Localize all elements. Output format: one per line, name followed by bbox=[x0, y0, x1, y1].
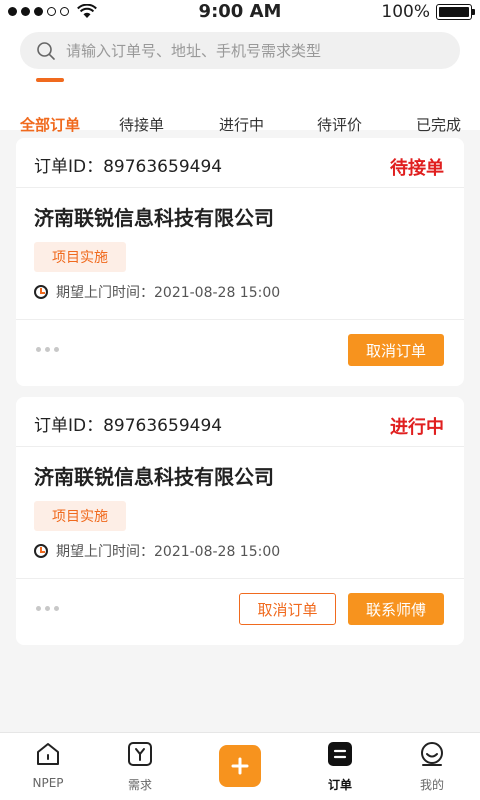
tab-to-review[interactable]: 待评价 bbox=[317, 114, 362, 135]
header: 请输入订单号、地址、手机号需求类型 全部订单 待接单 进行中 待评价 已完成 bbox=[0, 26, 480, 134]
expected-time-text: 期望上门时间：2021-08-28 15:00 bbox=[56, 285, 281, 301]
home-icon bbox=[37, 743, 59, 765]
expected-time: 期望上门时间：2021-08-28 15:00 bbox=[34, 282, 280, 302]
order-id: 订单ID：89763659494 bbox=[34, 416, 223, 436]
search-input[interactable]: 请输入订单号、地址、手机号需求类型 bbox=[20, 32, 460, 69]
order-card[interactable]: 订单ID：89763659494 待接单 济南联锐信息科技有限公司 项目实施 期… bbox=[16, 138, 464, 386]
tabbar-item-profile[interactable]: 我的 bbox=[384, 741, 480, 793]
tab-in-progress[interactable]: 进行中 bbox=[219, 114, 264, 135]
status-bar: 9:00 AM 100% bbox=[0, 0, 480, 26]
order-card[interactable]: 订单ID：89763659494 进行中 济南联锐信息科技有限公司 项目实施 期… bbox=[16, 397, 464, 645]
tabbar-item-demand[interactable]: 需求 bbox=[92, 741, 188, 793]
more-icon[interactable] bbox=[36, 606, 59, 611]
tabbar-label: 我的 bbox=[419, 778, 444, 792]
battery-icon bbox=[436, 4, 475, 20]
tabbar-label: NPEP bbox=[32, 776, 64, 790]
service-tag: 项目实施 bbox=[34, 501, 126, 531]
battery-percent: 100% bbox=[381, 2, 430, 22]
order-card-header: 订单ID：89763659494 待接单 bbox=[16, 138, 464, 188]
order-icon bbox=[328, 742, 352, 766]
cancel-order-button[interactable]: 取消订单 bbox=[348, 334, 444, 366]
divider bbox=[16, 578, 464, 579]
tabbar-item-home[interactable]: NPEP bbox=[0, 741, 96, 790]
cancel-order-button[interactable]: 取消订单 bbox=[239, 593, 336, 625]
clock-icon bbox=[34, 544, 48, 558]
order-id: 订单ID：89763659494 bbox=[34, 157, 223, 177]
battery-status: 100% bbox=[381, 2, 475, 22]
bottom-tab-bar: NPEP 需求 订单 我的 bbox=[0, 732, 480, 800]
clock-icon bbox=[34, 285, 48, 299]
divider bbox=[16, 319, 464, 320]
plus-icon bbox=[231, 757, 249, 775]
more-icon[interactable] bbox=[36, 347, 59, 352]
tab-completed[interactable]: 已完成 bbox=[416, 114, 461, 135]
order-status: 待接单 bbox=[390, 158, 444, 179]
order-status: 进行中 bbox=[390, 417, 444, 438]
profile-icon bbox=[421, 742, 443, 766]
search-placeholder: 请输入订单号、地址、手机号需求类型 bbox=[66, 42, 322, 60]
expected-time-text: 期望上门时间：2021-08-28 15:00 bbox=[56, 544, 281, 560]
tab-pending[interactable]: 待接单 bbox=[119, 114, 164, 135]
company-name: 济南联锐信息科技有限公司 bbox=[34, 206, 274, 230]
tab-all-orders[interactable]: 全部订单 bbox=[20, 114, 80, 135]
active-tab-indicator bbox=[36, 78, 64, 82]
contact-worker-button[interactable]: 联系师傅 bbox=[348, 593, 444, 625]
demand-icon bbox=[128, 742, 152, 766]
company-name: 济南联锐信息科技有限公司 bbox=[34, 465, 274, 489]
expected-time: 期望上门时间：2021-08-28 15:00 bbox=[34, 541, 280, 561]
order-card-header: 订单ID：89763659494 进行中 bbox=[16, 397, 464, 447]
order-tabs: 全部订单 待接单 进行中 待评价 已完成 bbox=[0, 86, 480, 134]
service-tag: 项目实施 bbox=[34, 242, 126, 272]
tabbar-label: 订单 bbox=[327, 778, 352, 792]
tabbar-item-orders[interactable]: 订单 bbox=[292, 741, 388, 793]
search-icon bbox=[37, 41, 55, 60]
add-button[interactable] bbox=[219, 745, 261, 787]
tabbar-label: 需求 bbox=[127, 778, 152, 792]
